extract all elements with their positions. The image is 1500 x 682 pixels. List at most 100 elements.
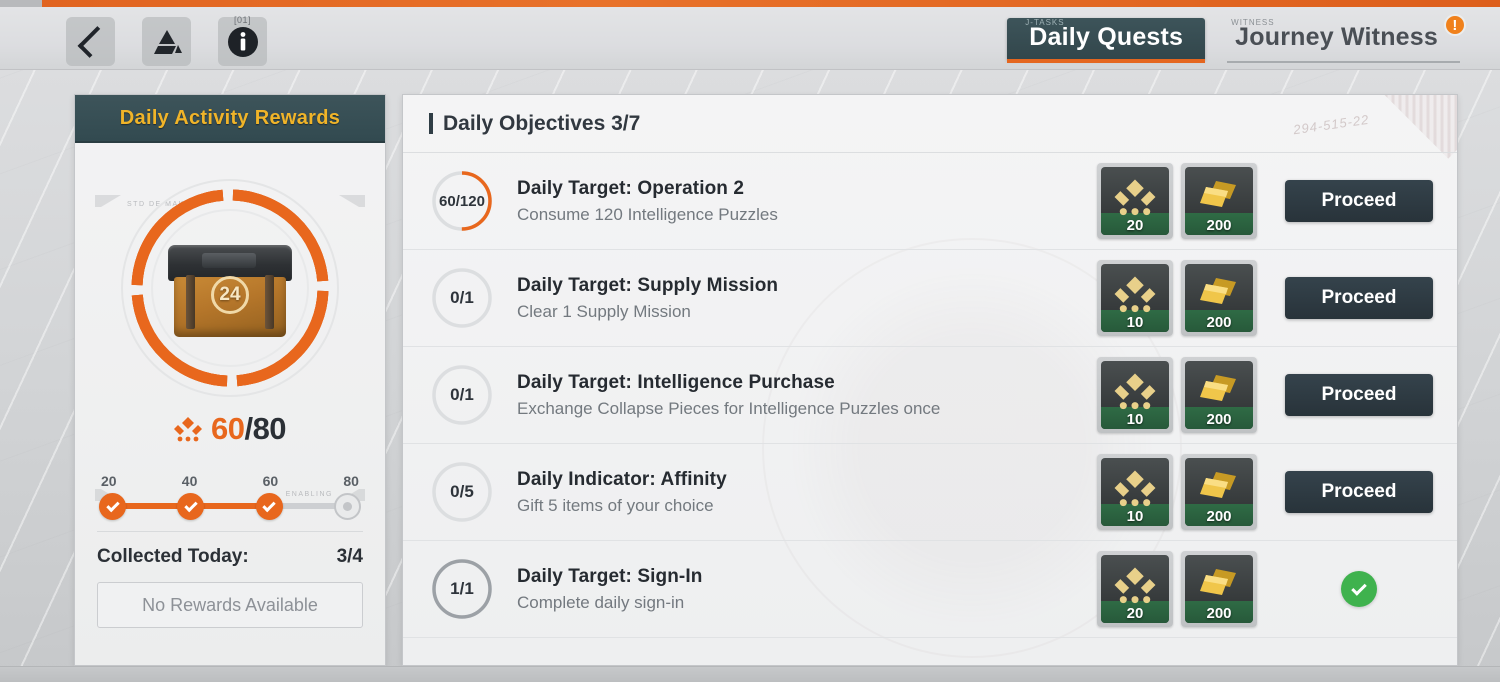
table-row: 60/120 Daily Target: Operation 2 Consume… <box>403 153 1457 250</box>
reward-count: 10 <box>1126 508 1144 525</box>
quest-title: Daily Target: Sign-In <box>517 565 703 587</box>
check-icon <box>105 498 120 512</box>
quest-list: 60/120 Daily Target: Operation 2 Consume… <box>403 153 1457 638</box>
reward-count: 10 <box>1126 411 1144 428</box>
tab-journey-witness[interactable]: WITNESS Journey Witness ! <box>1213 14 1466 63</box>
quest-texts: Daily Target: Sign-In Complete daily sig… <box>495 566 1097 613</box>
quest-screen: [01] J-TASKS Daily Quests WITNESS Journe… <box>0 0 1500 682</box>
collected-today-label: Collected Today: <box>97 546 249 567</box>
proceed-button[interactable]: Proceed <box>1285 180 1433 222</box>
quest-progress-text: 0/5 <box>450 482 474 501</box>
milestone-node-40[interactable] <box>177 493 205 520</box>
reward-slot-activity[interactable]: 10 <box>1097 357 1173 433</box>
quest-rewards: 10 200 <box>1097 357 1257 433</box>
chevron-left-icon <box>77 25 110 58</box>
reward-count: 200 <box>1206 217 1232 234</box>
reward-count: 20 <box>1126 605 1144 622</box>
quest-rewards: 10 200 <box>1097 260 1257 336</box>
claim-rewards-button[interactable]: No Rewards Available <box>97 582 363 628</box>
top-accent-stripe <box>0 0 1500 7</box>
collected-today-row: Collected Today: 3/4 <box>97 546 363 568</box>
table-row: 0/1 Daily Target: Intelligence Purchase … <box>403 347 1457 444</box>
proceed-label: Proceed <box>1321 190 1397 211</box>
tab-daily-quests[interactable]: J-TASKS Daily Quests <box>1007 18 1206 63</box>
reward-slot-activity[interactable]: 20 <box>1097 163 1173 239</box>
activity-emblem-icon <box>1114 470 1156 507</box>
quest-rewards: 20 200 <box>1097 163 1257 239</box>
info-sup-label: [01] <box>233 15 252 25</box>
quest-description: Exchange Collapse Pieces for Intelligenc… <box>517 398 941 418</box>
proceed-button[interactable]: Proceed <box>1285 471 1433 513</box>
header-accent-bar <box>429 113 433 134</box>
reward-slot-activity[interactable]: 10 <box>1097 260 1173 336</box>
reward-count: 200 <box>1206 508 1232 525</box>
reward-slot-gold[interactable]: 200 <box>1181 163 1257 239</box>
claim-rewards-label: No Rewards Available <box>142 594 318 615</box>
panel-title: Daily Activity Rewards <box>119 106 341 129</box>
reward-slot-gold[interactable]: 200 <box>1181 357 1257 433</box>
proceed-button[interactable]: Proceed <box>1285 277 1433 319</box>
gold-bars-icon <box>1200 181 1236 207</box>
milestone-labels: 20 40 60 80 <box>99 473 361 489</box>
gold-bars-icon <box>1200 278 1236 304</box>
tab-journey-witness-sup: WITNESS <box>1231 18 1275 27</box>
header-tabs: J-TASKS Daily Quests WITNESS Journey Wit… <box>1007 14 1466 63</box>
activity-progress-ring: 24 <box>115 173 345 403</box>
reward-slot-gold[interactable]: 200 <box>1181 454 1257 530</box>
collected-today-value: 3/4 <box>336 546 363 567</box>
reward-count: 200 <box>1206 411 1232 428</box>
reward-count: 20 <box>1126 217 1144 234</box>
activity-emblem-icon <box>1114 276 1156 313</box>
quest-description: Clear 1 Supply Mission <box>517 301 691 321</box>
drive-button[interactable] <box>142 17 191 66</box>
info-button[interactable]: [01] <box>218 15 267 66</box>
back-button[interactable] <box>66 17 115 66</box>
reward-slot-gold[interactable]: 200 <box>1181 260 1257 336</box>
reward-slot-gold[interactable]: 200 <box>1181 551 1257 627</box>
milestone-node-80[interactable] <box>333 493 361 520</box>
quest-progress-circle: 0/5 <box>429 459 495 525</box>
milestone-node-20[interactable] <box>99 493 126 520</box>
activity-emblem-icon <box>1114 567 1156 604</box>
check-icon <box>1341 571 1377 607</box>
daily-objectives-panel: 294-515-22 Daily Objectives 3/7 60/120 D… <box>402 94 1458 666</box>
panel-divider <box>97 531 363 532</box>
quest-progress-text: 60/120 <box>439 192 485 210</box>
activity-current: 60 <box>210 411 245 446</box>
milestone-track: 20 40 60 80 <box>99 473 361 520</box>
tab-journey-witness-label: Journey Witness <box>1235 23 1438 51</box>
quest-progress-circle: 1/1 <box>429 556 495 622</box>
proceed-label: Proceed <box>1321 384 1397 405</box>
gold-bars-icon <box>1200 569 1236 595</box>
quest-completed-indicator <box>1285 571 1433 607</box>
tab-daily-quests-sup: J-TASKS <box>1025 18 1065 27</box>
reward-count: 200 <box>1206 605 1232 622</box>
quest-description: Gift 5 items of your choice <box>517 495 714 515</box>
quest-progress-circle: 60/120 <box>429 168 495 234</box>
reward-chest-icon: 24 <box>166 244 294 341</box>
quest-progress-text: 0/1 <box>450 385 474 404</box>
quest-texts: Daily Target: Intelligence Purchase Exch… <box>495 372 1097 419</box>
check-icon <box>262 498 276 512</box>
check-icon <box>184 498 198 512</box>
reward-slot-activity[interactable]: 10 <box>1097 454 1173 530</box>
quest-description: Consume 120 Intelligence Puzzles <box>517 204 778 224</box>
chest-number: 24 <box>211 275 249 314</box>
locked-dot-icon <box>342 502 352 511</box>
activity-separator: / <box>244 411 253 446</box>
gold-bars-icon <box>1200 375 1236 401</box>
tab-notification-badge: ! <box>1444 14 1466 36</box>
milestone-label-20: 20 <box>101 473 117 489</box>
reward-slot-activity[interactable]: 20 <box>1097 551 1173 627</box>
daily-activity-rewards-panel: Daily Activity Rewards STD DE MAKA ENABL… <box>74 94 386 666</box>
quest-progress-text: 1/1 <box>450 579 474 598</box>
proceed-button[interactable]: Proceed <box>1285 374 1433 416</box>
quest-title: Daily Target: Intelligence Purchase <box>517 371 835 393</box>
quest-description: Complete daily sign-in <box>517 592 685 612</box>
quest-title: Daily Indicator: Affinity <box>517 468 727 490</box>
quest-texts: Daily Target: Operation 2 Consume 120 In… <box>495 178 1097 225</box>
quest-progress-circle: 0/1 <box>429 362 495 428</box>
table-row: 0/5 Daily Indicator: Affinity Gift 5 ite… <box>403 444 1457 541</box>
activity-emblem-icon <box>1114 373 1156 410</box>
milestone-node-60[interactable] <box>255 493 283 520</box>
